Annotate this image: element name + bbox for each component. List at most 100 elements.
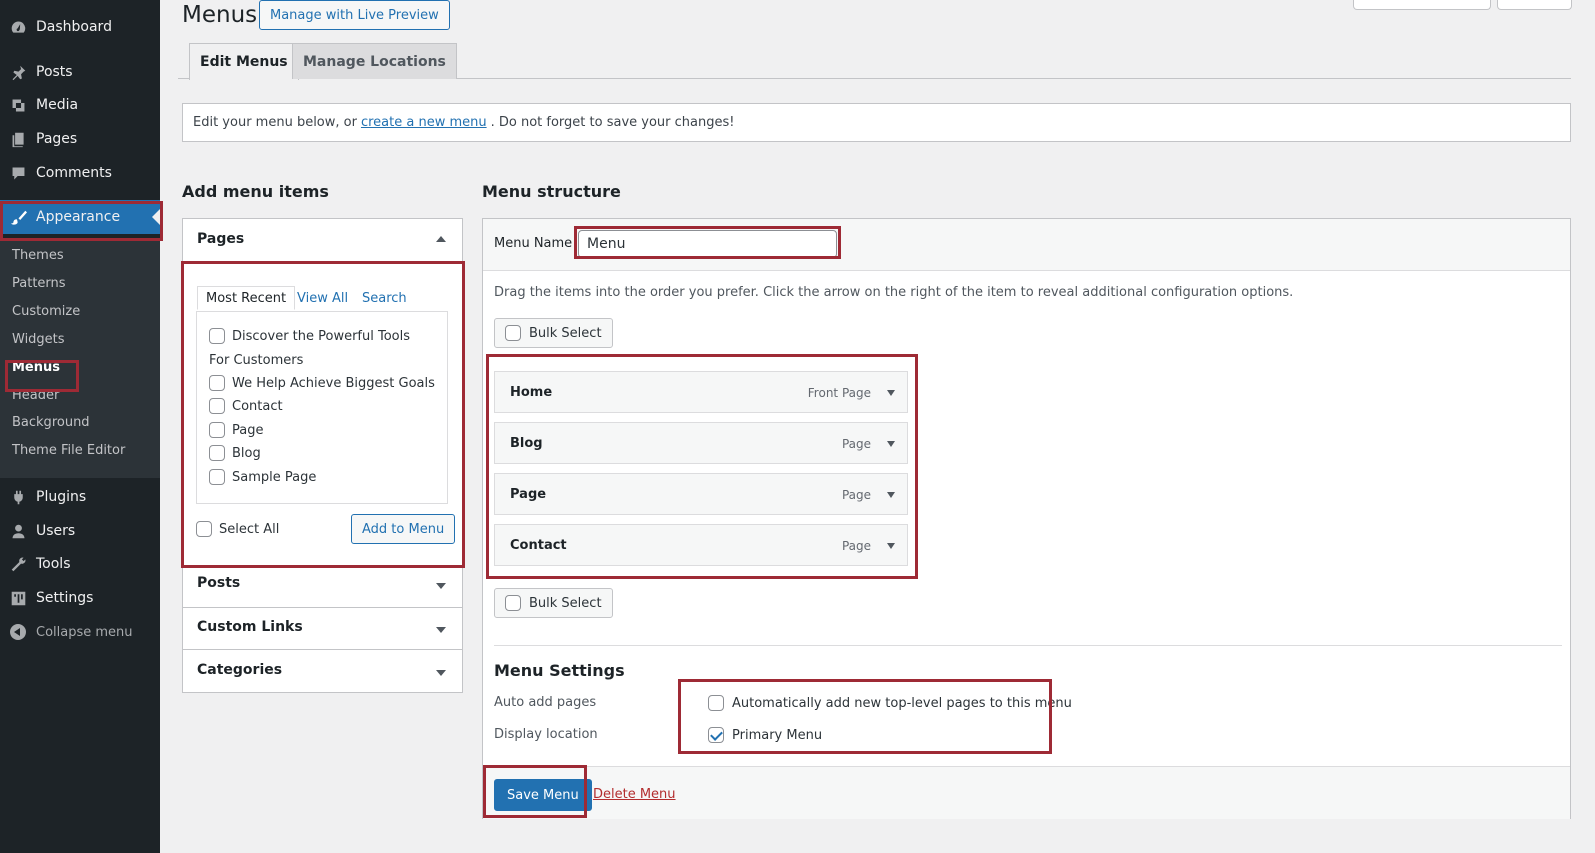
bulk-select-button-bottom[interactable]: Bulk Select	[494, 588, 613, 618]
bulk-select-label: Bulk Select	[529, 595, 602, 611]
save-menu-button[interactable]: Save Menu	[494, 779, 592, 811]
list-item[interactable]: Contact	[209, 398, 283, 414]
pages-checklist: Discover the Powerful Tools For Customer…	[196, 311, 448, 504]
collapse-arrow-icon	[436, 236, 446, 242]
sidebar-item-label: Comments	[36, 165, 112, 181]
checkbox[interactable]	[209, 445, 225, 461]
submenu-patterns[interactable]: Patterns	[12, 276, 66, 291]
submenu-themes[interactable]: Themes	[12, 248, 64, 263]
checkbox[interactable]	[505, 595, 521, 611]
tab-edit-menus[interactable]: Edit Menus	[189, 43, 299, 80]
sidebar-item-label: Media	[36, 97, 79, 113]
select-all-label: Select All	[219, 521, 280, 537]
sidebar-item-plugins[interactable]: Plugins	[0, 480, 160, 514]
auto-add-checkbox[interactable]	[708, 695, 724, 711]
notice-text-after: . Do not forget to save your changes!	[490, 115, 735, 130]
categories-accordion[interactable]: Categories	[182, 649, 463, 693]
sidebar-item-appearance[interactable]: Appearance	[0, 200, 160, 234]
checkbox[interactable]	[209, 375, 225, 391]
list-item[interactable]: We Help Achieve Biggest Goals	[209, 375, 435, 391]
screen-options-button[interactable]	[1353, 0, 1491, 10]
bulk-select-button-top[interactable]: Bulk Select	[494, 318, 613, 348]
submenu-theme-file-editor[interactable]: Theme File Editor	[12, 443, 125, 458]
accordion-title: Categories	[197, 662, 283, 678]
checkbox[interactable]	[196, 521, 212, 537]
sidebar-item-label: Settings	[36, 590, 94, 606]
primary-menu-option[interactable]: Primary Menu	[708, 727, 822, 743]
pin-icon	[9, 63, 27, 81]
expand-arrow-icon[interactable]	[887, 543, 895, 549]
sidebar-item-pages[interactable]: Pages	[0, 122, 160, 156]
list-item[interactable]: Blog	[209, 445, 261, 461]
drag-instructions: Drag the items into the order you prefer…	[494, 285, 1294, 300]
help-button[interactable]	[1497, 0, 1572, 10]
media-icon	[9, 96, 27, 114]
auto-add-option-label: Automatically add new top-level pages to…	[732, 695, 1072, 711]
list-item[interactable]: Sample Page	[209, 469, 316, 485]
submenu-background[interactable]: Background	[12, 415, 90, 430]
wrench-icon	[9, 555, 27, 573]
expand-arrow-icon[interactable]	[887, 390, 895, 396]
menu-item-title: Home	[510, 385, 553, 400]
accordion-title: Posts	[197, 575, 241, 591]
page-label: Blog	[232, 445, 261, 461]
add-to-menu-button[interactable]: Add to Menu	[351, 514, 456, 544]
sidebar-item-settings[interactable]: Settings	[0, 581, 160, 615]
primary-menu-checkbox[interactable]	[708, 727, 724, 743]
collapse-menu-button[interactable]: Collapse menu	[0, 620, 133, 644]
sidebar-item-posts[interactable]: Posts	[0, 55, 160, 89]
subtab-view-all[interactable]: View All	[289, 286, 356, 310]
sidebar-item-tools[interactable]: Tools	[0, 547, 160, 581]
sidebar-item-label: Pages	[36, 131, 78, 147]
sidebar-item-media[interactable]: Media	[0, 88, 160, 122]
menu-item-type: Front Page	[807, 386, 871, 400]
auto-add-option[interactable]: Automatically add new top-level pages to…	[708, 695, 1072, 711]
sidebar-item-label: Appearance	[36, 209, 121, 225]
bulk-select-label: Bulk Select	[529, 325, 602, 341]
menu-name-input[interactable]	[578, 230, 837, 258]
menu-item-page[interactable]: Page Page	[494, 473, 908, 515]
checkbox[interactable]	[209, 398, 225, 414]
page-title: Menus	[182, 2, 258, 28]
list-item[interactable]: Discover the Powerful Tools	[209, 328, 410, 344]
create-menu-link[interactable]: create a new menu	[361, 115, 487, 130]
menu-item-blog[interactable]: Blog Page	[494, 422, 908, 464]
tab-manage-locations[interactable]: Manage Locations	[292, 43, 457, 79]
submenu-menus[interactable]: Menus	[12, 360, 60, 375]
custom-links-accordion[interactable]: Custom Links	[182, 607, 463, 650]
live-preview-button[interactable]: Manage with Live Preview	[259, 0, 450, 30]
list-item[interactable]: Page	[209, 422, 263, 438]
display-location-label: Display location	[494, 727, 598, 742]
submenu-widgets[interactable]: Widgets	[12, 332, 65, 347]
menu-item-home[interactable]: Home Front Page	[494, 371, 908, 413]
checkbox[interactable]	[209, 469, 225, 485]
posts-accordion[interactable]: Posts	[182, 564, 463, 608]
checkbox[interactable]	[505, 325, 521, 341]
checkbox[interactable]	[209, 422, 225, 438]
checkbox[interactable]	[209, 328, 225, 344]
menu-item-title: Contact	[510, 538, 567, 553]
subtab-search[interactable]: Search	[354, 286, 415, 310]
menu-footer: Save Menu Delete Menu	[483, 766, 1570, 819]
sidebar-item-label: Tools	[36, 556, 71, 572]
notice-text: Edit your menu below, or	[193, 115, 357, 130]
subtab-most-recent[interactable]: Most Recent	[197, 286, 296, 310]
accordion-title: Pages	[197, 231, 245, 247]
submenu-customize[interactable]: Customize	[12, 304, 80, 319]
page-label: For Customers	[209, 353, 304, 368]
delete-menu-link[interactable]: Delete Menu	[593, 787, 676, 802]
expand-arrow-icon[interactable]	[887, 492, 895, 498]
submenu-header[interactable]: Header	[12, 388, 59, 403]
edit-notice: Edit your menu below, or create a new me…	[182, 103, 1571, 142]
pages-accordion-header[interactable]: Pages	[183, 219, 462, 260]
appearance-submenu: Themes Patterns Customize Widgets Menus …	[0, 240, 160, 478]
menu-item-contact[interactable]: Contact Page	[494, 524, 908, 566]
select-all-checkbox[interactable]: Select All	[196, 521, 279, 537]
sidebar-item-users[interactable]: Users	[0, 514, 160, 548]
sidebar-item-dashboard[interactable]: Dashboard	[0, 10, 160, 44]
expand-arrow-icon	[436, 627, 446, 633]
expand-arrow-icon[interactable]	[887, 441, 895, 447]
sidebar-item-comments[interactable]: Comments	[0, 156, 160, 190]
page-label: Contact	[232, 398, 283, 414]
settings-icon	[9, 589, 27, 607]
